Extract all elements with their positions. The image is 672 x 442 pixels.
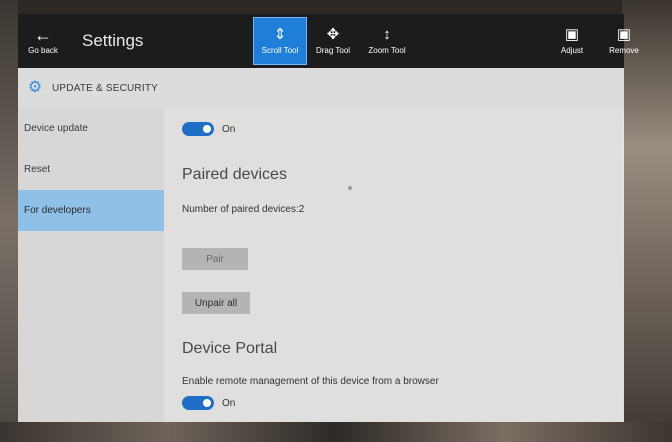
sidebar-item-label: Device update: [24, 123, 88, 134]
paired-devices-heading: Paired devices: [182, 166, 287, 183]
zoom-icon: ↕: [383, 26, 391, 43]
background-bottom: [0, 422, 672, 442]
app-title: Settings: [82, 31, 144, 50]
sidebar-item-for-developers[interactable]: For developers: [18, 190, 164, 231]
gear-icon: ⚙: [27, 79, 43, 96]
back-arrow-icon: ←: [34, 25, 52, 45]
unpair-all-button[interactable]: Unpair all: [182, 292, 250, 314]
zoom-tool-label: Zoom Tool: [368, 46, 406, 55]
sidebar: Device update Reset For developers: [18, 108, 164, 422]
developer-mode-toggle[interactable]: [182, 122, 214, 136]
device-portal-toggle-row: On: [182, 396, 235, 410]
background-top: [0, 0, 672, 14]
move-icon: ✥: [326, 26, 340, 43]
drag-tool-button[interactable]: ✥ Drag Tool: [310, 18, 356, 64]
section-title: UPDATE & SECURITY: [52, 82, 159, 94]
adjust-button[interactable]: ▣ Adjust: [552, 18, 592, 64]
scroll-tool-button[interactable]: ⇕ Scroll Tool: [253, 17, 307, 65]
sidebar-item-label: For developers: [24, 205, 91, 216]
background-right: [622, 0, 672, 442]
remove-button[interactable]: ▣ Remove: [602, 18, 646, 64]
toggle-knob: [203, 125, 211, 133]
developer-mode-toggle-row: On: [182, 122, 235, 136]
toolbar: ← Go back Settings ⇕ Scroll Tool ✥ Drag …: [18, 14, 639, 68]
developer-mode-toggle-state: On: [222, 123, 236, 135]
zoom-tool-button[interactable]: ↕ Zoom Tool: [362, 18, 412, 64]
paired-devices-count: Number of paired devices:2: [182, 204, 305, 215]
adjust-label: Adjust: [560, 46, 584, 55]
scroll-icon: ⇕: [273, 26, 287, 43]
main-content: On Paired devices Number of paired devic…: [164, 108, 624, 422]
background-left: [0, 0, 18, 442]
cursor-dot: [348, 186, 352, 190]
sidebar-item-reset[interactable]: Reset: [18, 149, 164, 190]
settings-window: ← Go back Settings ⇕ Scroll Tool ✥ Drag …: [18, 14, 639, 422]
remove-cube-icon: ▣: [616, 26, 632, 43]
scroll-tool-label: Scroll Tool: [261, 46, 299, 55]
drag-tool-label: Drag Tool: [315, 46, 351, 55]
section-header: ⚙ UPDATE & SECURITY: [18, 68, 624, 108]
toggle-knob: [203, 399, 211, 407]
pair-button[interactable]: Pair: [182, 248, 248, 270]
go-back-button[interactable]: ← Go back: [20, 18, 66, 64]
device-portal-toggle[interactable]: [182, 396, 214, 410]
go-back-label: Go back: [28, 46, 58, 55]
device-portal-heading: Device Portal: [182, 340, 278, 357]
sidebar-item-device-update[interactable]: Device update: [18, 108, 164, 149]
device-portal-description: Enable remote management of this device …: [182, 376, 439, 387]
sidebar-item-label: Reset: [24, 164, 51, 175]
adjust-cube-icon: ▣: [564, 26, 580, 43]
device-portal-toggle-state: On: [222, 397, 236, 409]
remove-label: Remove: [609, 46, 639, 55]
